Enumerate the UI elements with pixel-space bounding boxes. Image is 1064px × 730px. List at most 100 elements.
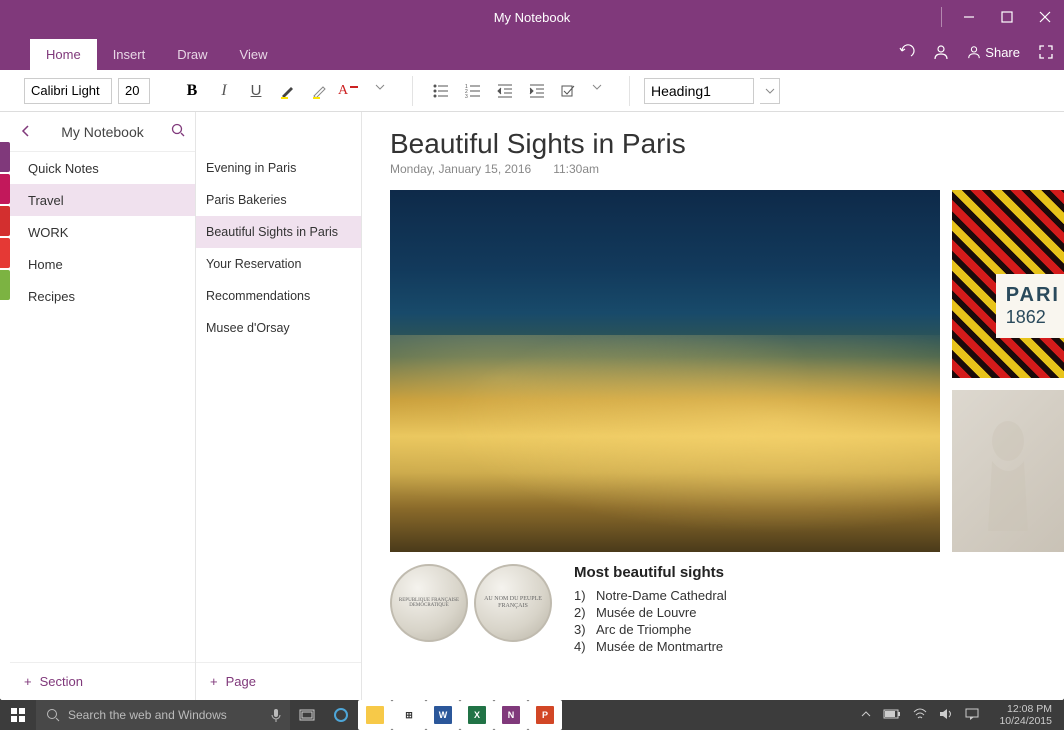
account-button[interactable] bbox=[933, 44, 949, 60]
photo-sign-text: PARI 1862 bbox=[996, 274, 1064, 338]
add-page-label: Page bbox=[226, 674, 256, 689]
start-button[interactable] bbox=[0, 700, 36, 730]
todo-tag-button[interactable] bbox=[555, 77, 583, 105]
photo-stained-glass[interactable]: PARI 1862 bbox=[952, 190, 1064, 378]
page-item[interactable]: Musee d'Orsay bbox=[196, 312, 361, 344]
font-name-input[interactable] bbox=[24, 78, 112, 104]
title-bar: My Notebook bbox=[0, 0, 1064, 34]
section-item[interactable]: WORK bbox=[10, 216, 195, 248]
maximize-button[interactable] bbox=[988, 0, 1026, 34]
section-item[interactable]: Home bbox=[10, 248, 195, 280]
tags-dropdown[interactable] bbox=[587, 77, 615, 105]
notebook-title: My Notebook bbox=[61, 124, 143, 140]
add-section-button[interactable]: + Section bbox=[10, 662, 195, 700]
add-page-button[interactable]: + Page bbox=[196, 662, 361, 700]
section-item[interactable]: Recipes bbox=[10, 280, 195, 312]
ink-highlight-button[interactable] bbox=[306, 77, 334, 105]
font-size-input[interactable] bbox=[118, 78, 150, 104]
style-dropdown[interactable] bbox=[760, 78, 780, 104]
taskbar-clock[interactable]: 12:08 PM 10/24/2015 bbox=[991, 703, 1060, 727]
page-item[interactable]: Your Reservation bbox=[196, 248, 361, 280]
section-item[interactable]: Quick Notes bbox=[10, 152, 195, 184]
plus-icon: + bbox=[24, 674, 32, 689]
note-time: 11:30am bbox=[553, 162, 599, 176]
clock-time: 12:08 PM bbox=[999, 703, 1052, 715]
note-date: Monday, January 15, 2016 bbox=[390, 162, 531, 176]
edge-button[interactable] bbox=[324, 700, 358, 730]
page-item[interactable]: Evening in Paris bbox=[196, 152, 361, 184]
search-placeholder: Search the web and Windows bbox=[68, 708, 227, 722]
color-tab[interactable] bbox=[0, 206, 10, 236]
note-title[interactable]: Beautiful Sights in Paris bbox=[390, 128, 1064, 160]
ribbon-divider bbox=[629, 76, 630, 106]
fullscreen-button[interactable] bbox=[1038, 44, 1054, 60]
tab-draw[interactable]: Draw bbox=[161, 39, 223, 70]
windows-taskbar: Search the web and Windows ⊞ W X N P 12:… bbox=[0, 700, 1064, 730]
font-color-dropdown[interactable] bbox=[370, 77, 398, 105]
section-item[interactable]: Travel bbox=[10, 184, 195, 216]
microphone-icon[interactable] bbox=[270, 708, 282, 722]
wifi-icon[interactable] bbox=[913, 708, 927, 723]
indent-button[interactable] bbox=[523, 77, 551, 105]
color-tab[interactable] bbox=[0, 174, 10, 204]
action-center-icon[interactable] bbox=[965, 708, 979, 723]
tab-insert[interactable]: Insert bbox=[97, 39, 162, 70]
pages-column: Evening in Paris Paris Bakeries Beautifu… bbox=[196, 112, 362, 700]
onenote-button[interactable]: N bbox=[494, 700, 528, 730]
excel-button[interactable]: X bbox=[460, 700, 494, 730]
task-view-button[interactable] bbox=[290, 700, 324, 730]
numbering-button[interactable]: 123 bbox=[459, 77, 487, 105]
powerpoint-button[interactable]: P bbox=[528, 700, 562, 730]
share-button[interactable]: Share bbox=[967, 45, 1020, 60]
list-item[interactable]: 1)Notre-Dame Cathedral bbox=[574, 587, 1064, 604]
add-section-label: Section bbox=[40, 674, 83, 689]
back-icon[interactable] bbox=[20, 124, 32, 140]
taskbar-search[interactable]: Search the web and Windows bbox=[36, 700, 290, 730]
battery-icon[interactable] bbox=[883, 708, 901, 722]
svg-text:3: 3 bbox=[465, 94, 468, 100]
list-item[interactable]: 2)Musée de Louvre bbox=[574, 604, 1064, 621]
color-tab[interactable] bbox=[0, 270, 10, 300]
share-label: Share bbox=[985, 45, 1020, 60]
color-tab[interactable] bbox=[0, 238, 10, 268]
outdent-button[interactable] bbox=[491, 77, 519, 105]
style-label: Heading1 bbox=[651, 83, 711, 99]
store-button[interactable]: ⊞ bbox=[392, 700, 426, 730]
photo-coins[interactable]: REPUBLIQUE FRANÇAISEDEMOCRATIQUE AU NOM … bbox=[390, 564, 552, 655]
bold-button[interactable]: B bbox=[178, 77, 206, 105]
highlight-button[interactable] bbox=[274, 77, 302, 105]
photo-paris-street[interactable] bbox=[390, 190, 940, 552]
sections-column: My Notebook Quick Notes Travel WORK Home… bbox=[10, 112, 196, 700]
ribbon-tabs: Home Insert Draw View Share bbox=[0, 34, 1064, 70]
tab-home[interactable]: Home bbox=[30, 39, 97, 70]
note-canvas[interactable]: Beautiful Sights in Paris Monday, Januar… bbox=[362, 112, 1064, 700]
photo-sculpture[interactable] bbox=[952, 390, 1064, 552]
style-select[interactable]: Heading1 bbox=[644, 78, 754, 104]
volume-icon[interactable] bbox=[939, 708, 953, 723]
page-item[interactable]: Recommendations bbox=[196, 280, 361, 312]
tray-chevron-icon[interactable] bbox=[861, 708, 871, 722]
italic-button[interactable]: I bbox=[210, 77, 238, 105]
minimize-button[interactable] bbox=[950, 0, 988, 34]
font-color-button[interactable]: A bbox=[338, 77, 366, 105]
color-tab[interactable] bbox=[0, 142, 10, 172]
titlebar-separator bbox=[941, 7, 942, 27]
underline-button[interactable]: U bbox=[242, 77, 270, 105]
tab-view[interactable]: View bbox=[224, 39, 284, 70]
word-button[interactable]: W bbox=[426, 700, 460, 730]
undo-button[interactable] bbox=[899, 44, 915, 60]
search-icon[interactable] bbox=[171, 123, 185, 140]
bullets-button[interactable] bbox=[427, 77, 455, 105]
file-explorer-button[interactable] bbox=[358, 700, 392, 730]
search-icon bbox=[46, 708, 60, 722]
section-color-tabs bbox=[0, 112, 10, 700]
list-item[interactable]: 3)Arc de Triomphe bbox=[574, 621, 1064, 638]
page-item[interactable]: Beautiful Sights in Paris bbox=[196, 216, 361, 248]
list-item[interactable]: 4)Musée de Montmartre bbox=[574, 638, 1064, 655]
onenote-window: My Notebook Home Insert Draw View Share … bbox=[0, 0, 1064, 700]
ribbon-home: B I U A 123 Heading1 bbox=[0, 70, 1064, 112]
close-button[interactable] bbox=[1026, 0, 1064, 34]
page-item[interactable]: Paris Bakeries bbox=[196, 184, 361, 216]
plus-icon: + bbox=[210, 674, 218, 689]
notebook-header: My Notebook bbox=[10, 112, 195, 152]
